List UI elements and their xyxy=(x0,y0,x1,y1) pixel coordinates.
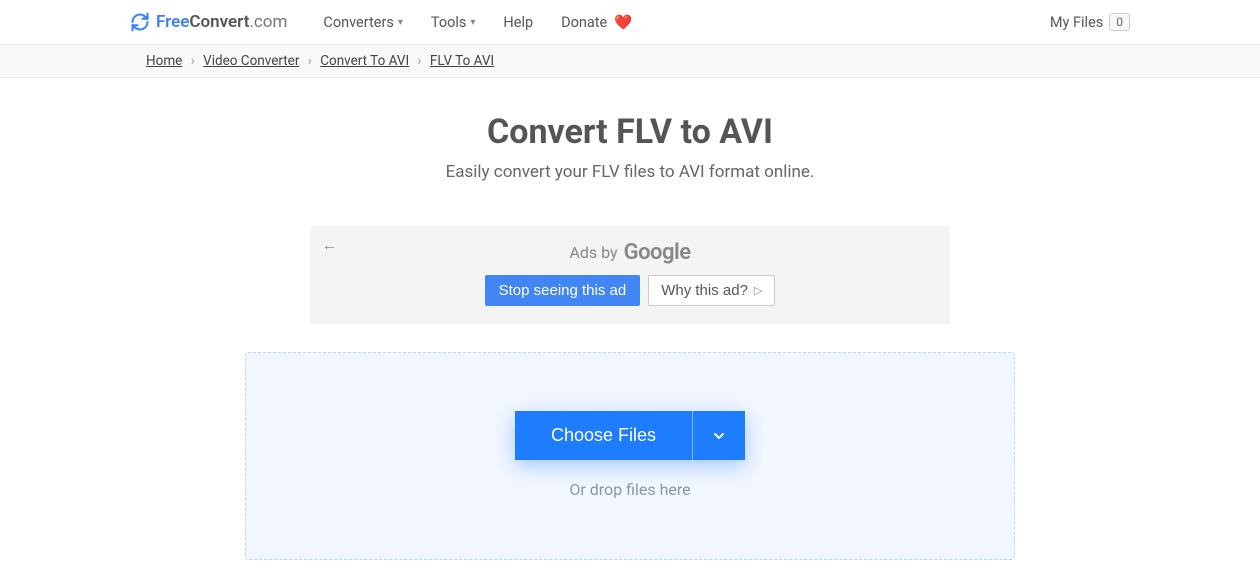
chevron-down-icon: ▾ xyxy=(398,17,403,28)
logo-convert: Convert xyxy=(189,12,249,32)
nav-help[interactable]: Help xyxy=(503,14,533,31)
nav: Converters ▾ Tools ▾ Help Donate ❤️ xyxy=(323,14,632,31)
breadcrumb-flv-to-avi[interactable]: FLV To AVI xyxy=(430,53,494,69)
refresh-icon xyxy=(130,12,150,32)
ads-by: Ads by Google xyxy=(310,240,950,265)
breadcrumb-sep: › xyxy=(303,53,317,69)
choose-files-group: Choose Files xyxy=(515,411,745,460)
choose-files-dropdown[interactable] xyxy=(692,411,745,460)
nav-tools-label: Tools xyxy=(431,14,467,31)
google-logo: Google xyxy=(624,240,691,265)
ad-box: ← Ads by Google Stop seeing this ad Why … xyxy=(310,226,950,324)
nav-converters-label: Converters xyxy=(323,14,393,31)
page-title: Convert FLV to AVI xyxy=(130,112,1130,152)
breadcrumb-home[interactable]: Home xyxy=(146,53,182,69)
page-subtitle: Easily convert your FLV files to AVI for… xyxy=(130,162,1130,182)
header-inner: FreeConvert.com Converters ▾ Tools ▾ Hel… xyxy=(130,12,1130,32)
breadcrumb-sep: › xyxy=(412,53,426,69)
arrow-left-icon[interactable]: ← xyxy=(322,236,337,254)
why-ad-button[interactable]: Why this ad? ▷ xyxy=(648,275,775,306)
drop-files-text: Or drop files here xyxy=(246,480,1014,499)
my-files[interactable]: My Files 0 xyxy=(1050,13,1130,31)
breadcrumb-convert-to-avi[interactable]: Convert To AVI xyxy=(320,53,409,69)
breadcrumb-sep: › xyxy=(186,53,200,69)
choose-files-button[interactable]: Choose Files xyxy=(515,411,692,460)
dropzone[interactable]: Choose Files Or drop files here xyxy=(245,352,1015,560)
nav-tools[interactable]: Tools ▾ xyxy=(431,14,476,31)
nav-converters[interactable]: Converters ▾ xyxy=(323,14,402,31)
chevron-down-icon: ▾ xyxy=(470,17,475,28)
adchoices-icon: ▷ xyxy=(754,284,762,297)
breadcrumb-video-converter[interactable]: Video Converter xyxy=(203,53,299,69)
logo[interactable]: FreeConvert.com xyxy=(130,12,287,32)
breadcrumb-bar: Home › Video Converter › Convert To AVI … xyxy=(0,45,1260,78)
heart-icon: ❤️ xyxy=(614,14,632,31)
my-files-label: My Files xyxy=(1050,14,1103,31)
nav-donate[interactable]: Donate ❤️ xyxy=(561,14,632,31)
ads-by-label: Ads by xyxy=(569,243,617,262)
ad-buttons: Stop seeing this ad Why this ad? ▷ xyxy=(310,275,950,306)
breadcrumb: Home › Video Converter › Convert To AVI … xyxy=(130,45,1130,77)
logo-dot: .com xyxy=(249,12,287,32)
header: FreeConvert.com Converters ▾ Tools ▾ Hel… xyxy=(0,0,1260,45)
stop-ad-button[interactable]: Stop seeing this ad xyxy=(485,275,641,306)
my-files-count: 0 xyxy=(1109,13,1130,31)
main: Convert FLV to AVI Easily convert your F… xyxy=(130,78,1130,560)
nav-donate-label: Donate xyxy=(561,14,607,31)
why-ad-label: Why this ad? xyxy=(661,282,748,299)
nav-help-label: Help xyxy=(503,14,533,31)
chevron-down-icon xyxy=(711,428,727,444)
logo-free: Free xyxy=(156,12,189,32)
